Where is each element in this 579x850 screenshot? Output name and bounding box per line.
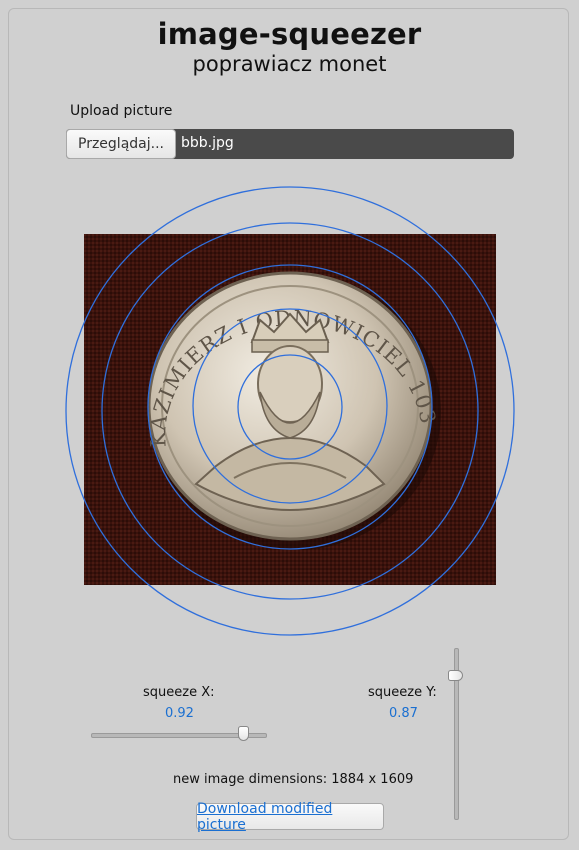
app-title: image-squeezer [157, 17, 422, 51]
squeeze-x-label: squeeze X: [143, 685, 215, 700]
browse-button[interactable]: Przeglądaj... [66, 129, 176, 159]
selected-file-name: bbb.jpg [181, 135, 234, 151]
squeeze-x-value: 0.92 [165, 706, 194, 721]
squeeze-y-slider-thumb[interactable] [448, 670, 463, 681]
app-subtitle: poprawiacz monet [192, 52, 387, 76]
squeeze-y-label: squeeze Y: [368, 685, 437, 700]
upload-label: Upload picture [70, 103, 173, 119]
squeeze-y-value: 0.87 [389, 706, 418, 721]
file-input[interactable]: Przeglądaj... bbb.jpg [66, 129, 514, 159]
squeeze-x-slider-thumb[interactable] [238, 726, 249, 741]
download-button[interactable]: Download modified picture [196, 801, 384, 833]
new-dimensions-text: new image dimensions: 1884 x 1609 [173, 772, 414, 787]
coin-preview-image: KAZIMIERZ I ODNOWICIEL 1039-1058 [84, 234, 496, 585]
